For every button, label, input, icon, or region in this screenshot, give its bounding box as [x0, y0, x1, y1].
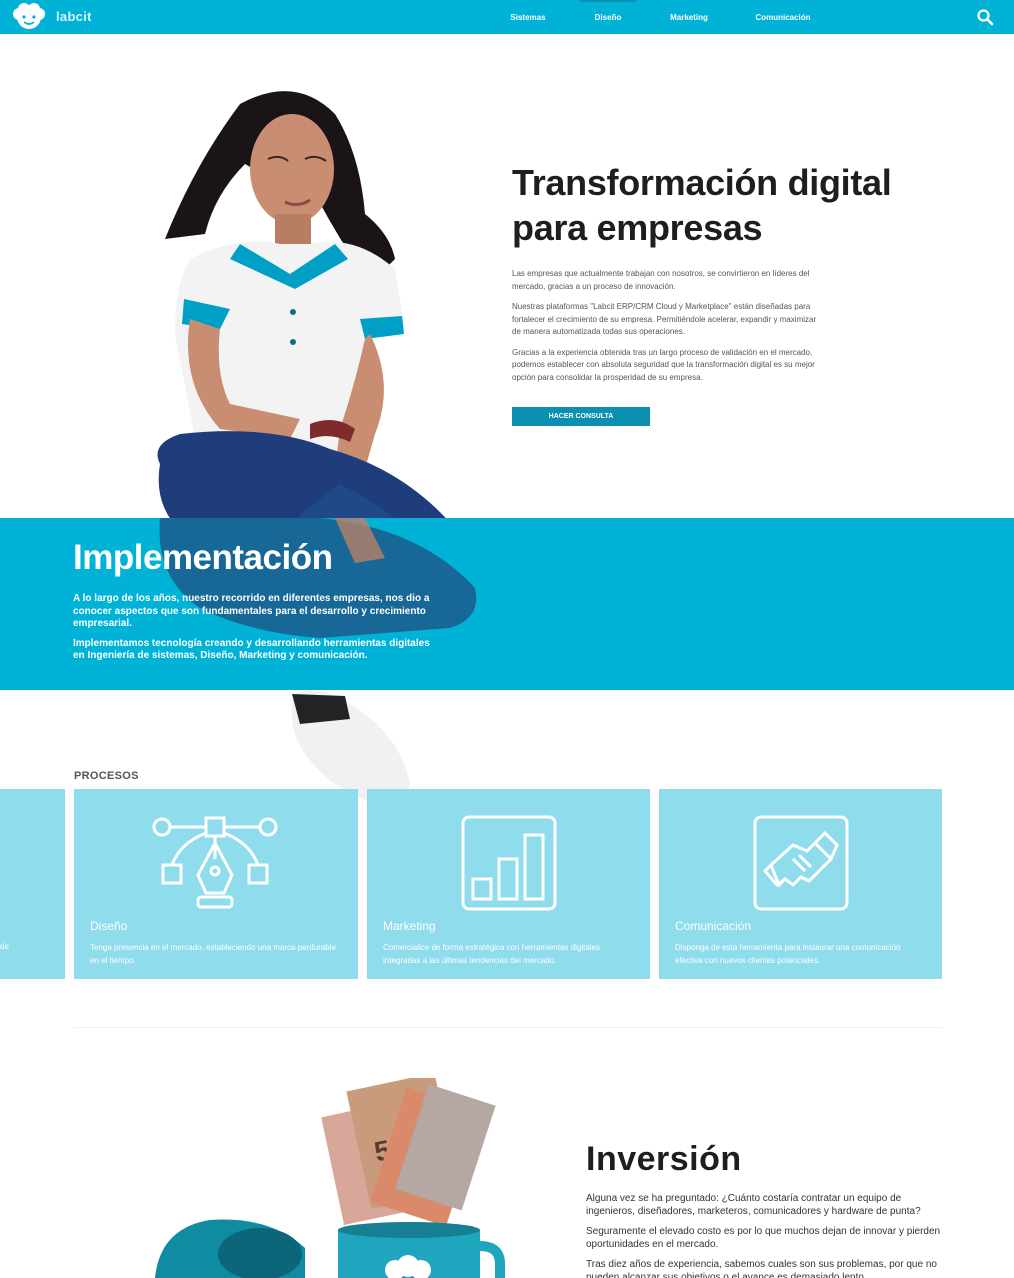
process-card-partial-text: de — [0, 942, 9, 951]
labcit-logo-icon — [13, 3, 45, 29]
investment-title: Inversión — [586, 1140, 742, 1178]
implementation-paragraph: A lo largo de los años, nuestro recorrid… — [73, 593, 430, 629]
process-card-text: Comercialice de forma estratégica con he… — [383, 943, 600, 965]
consult-button[interactable]: HACER CONSULTA — [512, 407, 650, 426]
logo[interactable]: labcit — [12, 3, 92, 30]
investment-description: Alguna vez se ha preguntado: ¿Cuánto cos… — [586, 1193, 951, 1278]
section-divider — [74, 1027, 942, 1028]
hero-title: Transformación digital para empresas — [512, 162, 892, 248]
hero-paragraph: Las empresas que actualmente trabajan co… — [512, 269, 810, 291]
bar-chart-icon — [461, 815, 557, 911]
implementation-title: Implementación — [73, 538, 333, 577]
implementation-paragraph: Implementamos tecnología creando y desar… — [73, 637, 430, 662]
process-cards: de Diseño Tenga presencia en el mercado,… — [0, 789, 1014, 979]
investment-paragraph: Seguramente el elevado costo es por lo q… — [586, 1226, 941, 1250]
process-card-marketing[interactable]: Marketing Comercialice de forma estratég… — [367, 789, 650, 979]
nav-item-marketing[interactable]: Marketing — [646, 0, 732, 34]
nav-item-comunicacion[interactable]: Comunicación — [732, 0, 834, 34]
nav-item-diseno[interactable]: Diseño — [570, 0, 646, 34]
search-icon[interactable] — [976, 8, 994, 26]
top-navbar: labcit Sistemas Diseño Marketing Comunic… — [0, 0, 1014, 34]
investment-paragraph: Alguna vez se ha preguntado: ¿Cuánto cos… — [586, 1193, 921, 1217]
process-card-text: Disponga de esta herramienta para instau… — [675, 943, 901, 965]
hero-person-image — [157, 91, 478, 805]
nav-menu: Sistemas Diseño Marketing Comunicación — [486, 0, 834, 34]
logo-text: labcit — [56, 9, 92, 24]
process-card-title: Marketing — [383, 919, 436, 933]
handshake-icon — [753, 815, 849, 911]
mugs-with-money-image: 50 — [155, 1078, 505, 1278]
investment-paragraph: Tras diez años de experiencia, sabemos c… — [586, 1259, 937, 1278]
hero-paragraph: Nuestras plataformas "Labcit ERP/CRM Clo… — [512, 302, 817, 336]
hero-paragraph: Gracias a la experiencia obtenida tras u… — [512, 347, 815, 382]
process-card-text: Tenga presencia en el mercado, estableci… — [90, 943, 336, 965]
nav-item-sistemas[interactable]: Sistemas — [486, 0, 570, 34]
process-card-diseno[interactable]: Diseño Tenga presencia en el mercado, es… — [74, 789, 358, 979]
hero-description: Las empresas que actualmente trabajan co… — [512, 268, 822, 392]
processes-label: PROCESOS — [74, 770, 139, 782]
process-card-title: Diseño — [90, 919, 128, 933]
implementation-description: A lo largo de los años, nuestro recorrid… — [73, 593, 433, 670]
process-card-comunicacion[interactable]: Comunicación Disponga de esta herramient… — [659, 789, 942, 979]
process-card-title: Comunicación — [675, 919, 752, 933]
pen-tool-icon — [152, 816, 278, 909]
process-card-partial[interactable]: de — [0, 789, 65, 979]
